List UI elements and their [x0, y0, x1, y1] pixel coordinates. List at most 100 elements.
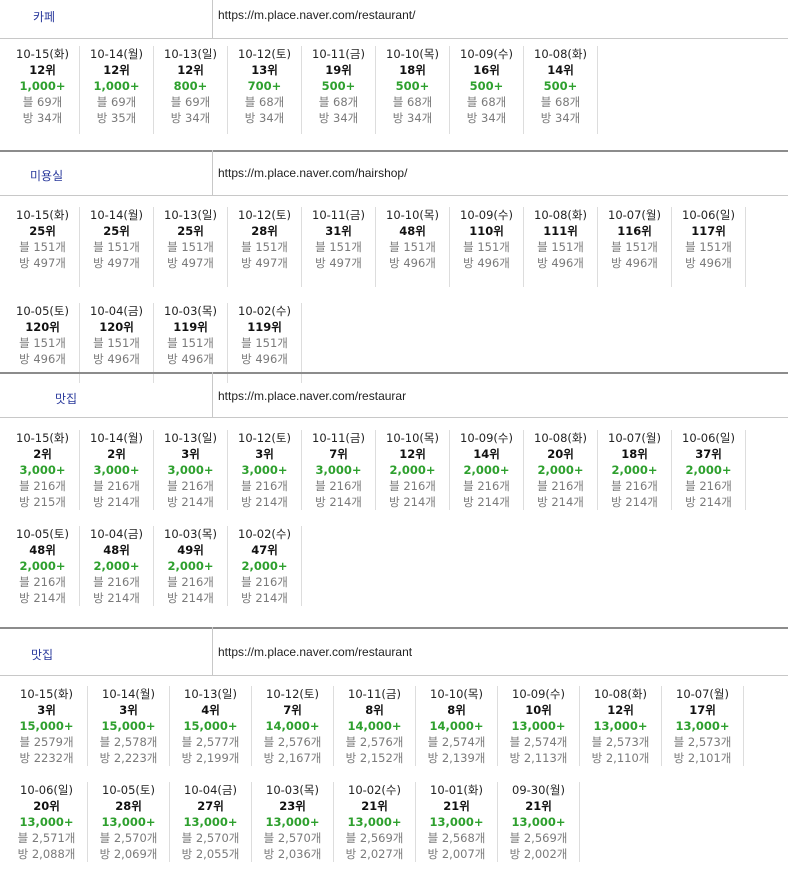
- date-label: 09-30(월): [512, 783, 565, 797]
- blog-review-count: 블 2,569개: [509, 831, 568, 845]
- visitor-review-count: 방 214개: [19, 591, 66, 605]
- rank-value: 3위: [181, 447, 200, 461]
- daily-rank-cell: 10-04(금) 48위 2,000+ 블 216개 방 214개: [80, 526, 154, 606]
- visitor-review-count: 방 2,223개: [99, 751, 158, 765]
- keyword-link[interactable]: 미용실: [30, 167, 63, 184]
- date-label: 10-02(수): [238, 304, 291, 318]
- blog-review-count: 블 2,570개: [181, 831, 240, 845]
- date-label: 10-08(화): [534, 431, 587, 445]
- visitor-review-count: 방 496개: [167, 352, 214, 366]
- daily-rank-cell: 10-07(월) 18위 2,000+ 블 216개 방 214개: [598, 430, 672, 510]
- daily-rank-cell: 10-03(목) 119위 블 151개 방 496개: [154, 303, 228, 383]
- review-count: 2,000+: [611, 463, 658, 477]
- visitor-review-count: 방 2,199개: [181, 751, 240, 765]
- blog-review-count: 블 151개: [93, 336, 140, 350]
- visitor-review-count: 방 214개: [315, 495, 362, 509]
- rank-value: 37위: [695, 447, 722, 461]
- rank-value: 25위: [177, 224, 204, 238]
- rank-value: 120위: [99, 320, 134, 334]
- review-count: 13,000+: [347, 815, 402, 829]
- place-url: https://m.place.naver.com/restaurant/: [218, 8, 416, 22]
- review-count: 2,000+: [389, 463, 436, 477]
- review-count: 15,000+: [183, 719, 238, 733]
- visitor-review-count: 방 34개: [392, 111, 433, 125]
- date-label: 10-14(월): [90, 431, 143, 445]
- blog-review-count: 블 151개: [389, 240, 436, 254]
- section-header: 미용실 https://m.place.naver.com/hairshop/: [0, 150, 788, 196]
- keyword-link[interactable]: 카페: [33, 8, 55, 25]
- rank-value: 28위: [115, 799, 142, 813]
- date-label: 10-10(목): [430, 687, 483, 701]
- blog-review-count: 블 216개: [167, 479, 214, 493]
- visitor-review-count: 방 497개: [167, 256, 214, 270]
- rank-value: 13위: [251, 63, 278, 77]
- visitor-review-count: 방 496개: [19, 352, 66, 366]
- keyword-link[interactable]: 맛집: [55, 390, 77, 407]
- keyword-link[interactable]: 맛집: [31, 646, 53, 663]
- blog-review-count: 블 2,569개: [345, 831, 404, 845]
- date-label: 10-05(토): [16, 527, 69, 541]
- daily-rank-cell: 10-11(금) 19위 500+ 블 68개 방 34개: [302, 46, 376, 134]
- header-divider: [212, 150, 213, 195]
- date-label: 10-15(화): [16, 208, 69, 222]
- visitor-review-count: 방 496개: [389, 256, 436, 270]
- visitor-review-count: 방 2,152개: [345, 751, 404, 765]
- daily-rank-cell: 10-11(금) 8위 14,000+ 블 2,576개 방 2,152개: [334, 686, 416, 766]
- blog-review-count: 블 2,576개: [263, 735, 322, 749]
- header-divider: [212, 0, 213, 38]
- rank-value: 48위: [399, 224, 426, 238]
- rank-value: 18위: [621, 447, 648, 461]
- date-label: 10-11(금): [348, 687, 401, 701]
- rank-value: 16위: [473, 63, 500, 77]
- visitor-review-count: 방 214개: [167, 495, 214, 509]
- daily-rank-cell: 10-07(월) 17위 13,000+ 블 2,573개 방 2,101개: [662, 686, 744, 766]
- date-label: 10-10(목): [386, 208, 439, 222]
- rank-value: 110위: [469, 224, 504, 238]
- blog-review-count: 블 151개: [537, 240, 584, 254]
- date-label: 10-11(금): [312, 431, 365, 445]
- review-count: 13,000+: [511, 815, 566, 829]
- daily-rank-cell: 10-14(월) 3위 15,000+ 블 2,578개 방 2,223개: [88, 686, 170, 766]
- blog-review-count: 블 68개: [466, 95, 507, 109]
- review-count: 1,000+: [93, 79, 140, 93]
- review-count: 3,000+: [315, 463, 362, 477]
- blog-review-count: 블 151개: [463, 240, 510, 254]
- rank-value: 31위: [325, 224, 352, 238]
- visitor-review-count: 방 214개: [685, 495, 732, 509]
- daily-rank-cell: 10-08(화) 12위 13,000+ 블 2,573개 방 2,110개: [580, 686, 662, 766]
- rank-value: 4위: [201, 703, 220, 717]
- rank-value: 20위: [33, 799, 60, 813]
- visitor-review-count: 방 34개: [244, 111, 285, 125]
- visitor-review-count: 방 497개: [315, 256, 362, 270]
- daily-rank-cell: 10-09(수) 110위 블 151개 방 496개: [450, 207, 524, 287]
- date-label: 10-08(화): [534, 47, 587, 61]
- visitor-review-count: 방 34개: [540, 111, 581, 125]
- blog-review-count: 블 216개: [537, 479, 584, 493]
- daily-rank-cell: 10-11(금) 7위 3,000+ 블 216개 방 214개: [302, 430, 376, 510]
- daily-rank-cell: 10-15(화) 2위 3,000+ 블 216개 방 215개: [6, 430, 80, 510]
- rank-value: 25위: [29, 224, 56, 238]
- review-count: 13,000+: [101, 815, 156, 829]
- rank-value: 49위: [177, 543, 204, 557]
- header-divider: [212, 372, 213, 417]
- date-label: 10-05(토): [102, 783, 155, 797]
- blog-review-count: 블 69개: [170, 95, 211, 109]
- date-label: 10-12(토): [238, 208, 291, 222]
- visitor-review-count: 방 214개: [241, 495, 288, 509]
- date-label: 10-13(일): [164, 47, 217, 61]
- daily-rank-cell: 10-13(일) 25위 블 151개 방 497개: [154, 207, 228, 287]
- visitor-review-count: 방 214개: [93, 495, 140, 509]
- date-label: 10-04(금): [90, 304, 143, 318]
- rank-value: 3위: [37, 703, 56, 717]
- review-count: 500+: [469, 79, 504, 93]
- rank-value: 119위: [247, 320, 282, 334]
- rank-value: 116위: [617, 224, 652, 238]
- visitor-review-count: 방 497개: [241, 256, 288, 270]
- daily-rank-cell: 10-12(토) 7위 14,000+ 블 2,576개 방 2,167개: [252, 686, 334, 766]
- rank-value: 8위: [365, 703, 384, 717]
- review-count: 3,000+: [241, 463, 288, 477]
- blog-review-count: 블 216개: [315, 479, 362, 493]
- visitor-review-count: 방 2,113개: [509, 751, 568, 765]
- review-count: 14,000+: [265, 719, 320, 733]
- visitor-review-count: 방 2,167개: [263, 751, 322, 765]
